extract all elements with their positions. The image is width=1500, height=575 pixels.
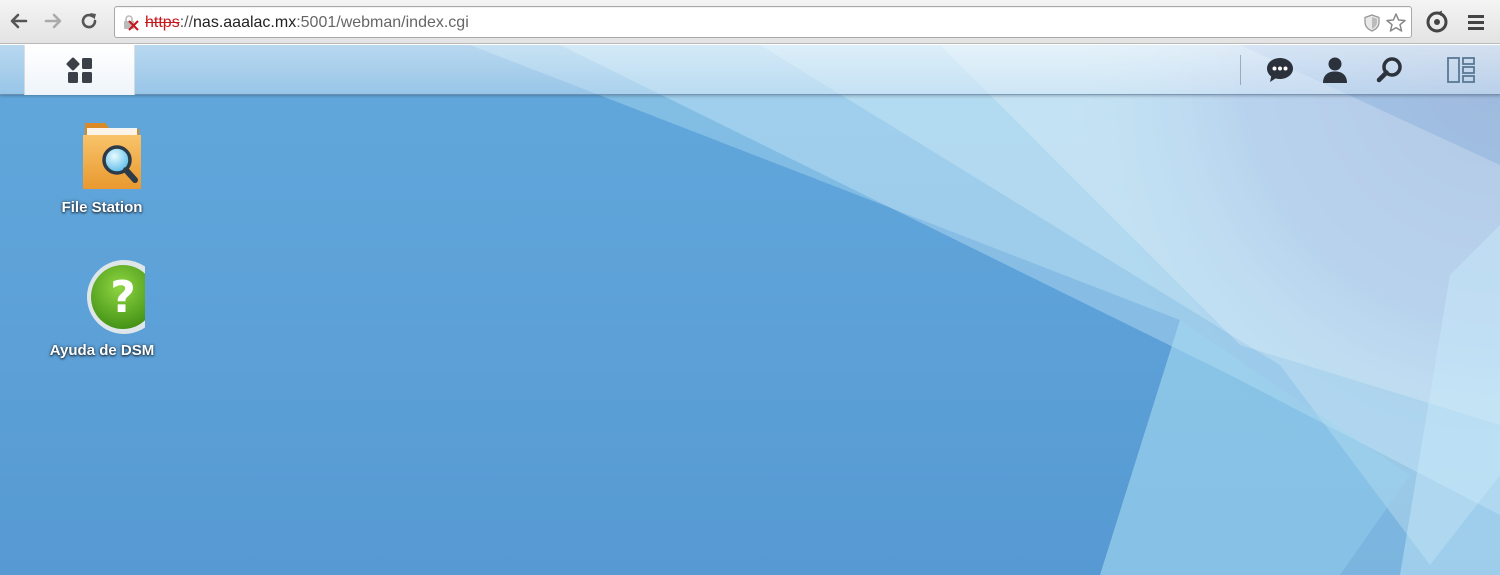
address-bar[interactable]: https://nas.aaalac.mx:5001/webman/index.…	[114, 6, 1412, 38]
url-host: nas.aaalac.mx	[193, 14, 297, 31]
url-scheme: https	[145, 14, 180, 31]
arrow-right-icon	[44, 13, 62, 29]
url-path: :5001/webman/index.cgi	[296, 14, 469, 31]
user-icon	[1323, 57, 1347, 83]
search-icon	[1376, 57, 1402, 83]
taskbar-separator	[1240, 55, 1241, 85]
bookmark-star-icon[interactable]	[1385, 12, 1407, 34]
wallpaper	[0, 45, 1500, 575]
help-icon: ?	[59, 260, 161, 340]
arrow-left-icon	[10, 13, 28, 29]
search-button[interactable]	[1375, 55, 1405, 85]
insecure-lock-icon	[124, 15, 139, 31]
url-separator: ://	[179, 14, 194, 31]
widgets-button[interactable]	[1446, 55, 1476, 85]
url-text: https://nas.aaalac.mx:5001/webman/index.…	[145, 14, 469, 32]
sync-extension-icon[interactable]	[1424, 9, 1450, 35]
browser-toolbar: https://nas.aaalac.mx:5001/webman/index.…	[0, 0, 1500, 44]
reload-icon	[81, 13, 97, 29]
folder-search-icon	[59, 117, 145, 197]
desktop-icon-label: Ayuda de DSM	[49, 342, 155, 359]
widgets-icon	[1447, 57, 1475, 83]
menu-icon[interactable]	[1466, 9, 1488, 35]
dsm-desktop: File Station ? Ayuda de DSM	[0, 45, 1500, 575]
shield-icon[interactable]	[1363, 14, 1381, 32]
desktop-icon-file-station[interactable]: File Station	[37, 117, 167, 216]
notifications-button[interactable]	[1265, 55, 1295, 85]
main-menu-button[interactable]	[24, 45, 135, 95]
desktop-icon-label: File Station	[61, 199, 143, 216]
user-button[interactable]	[1320, 55, 1350, 85]
reload-button[interactable]	[76, 8, 102, 34]
back-button[interactable]	[6, 8, 32, 34]
svg-text:?: ?	[110, 272, 136, 323]
desktop-icon-dsm-help[interactable]: ? Ayuda de DSM	[37, 260, 167, 359]
dsm-taskbar	[0, 45, 1500, 95]
chat-icon	[1267, 58, 1293, 82]
apps-grid-icon	[66, 57, 92, 83]
forward-button[interactable]	[40, 8, 66, 34]
